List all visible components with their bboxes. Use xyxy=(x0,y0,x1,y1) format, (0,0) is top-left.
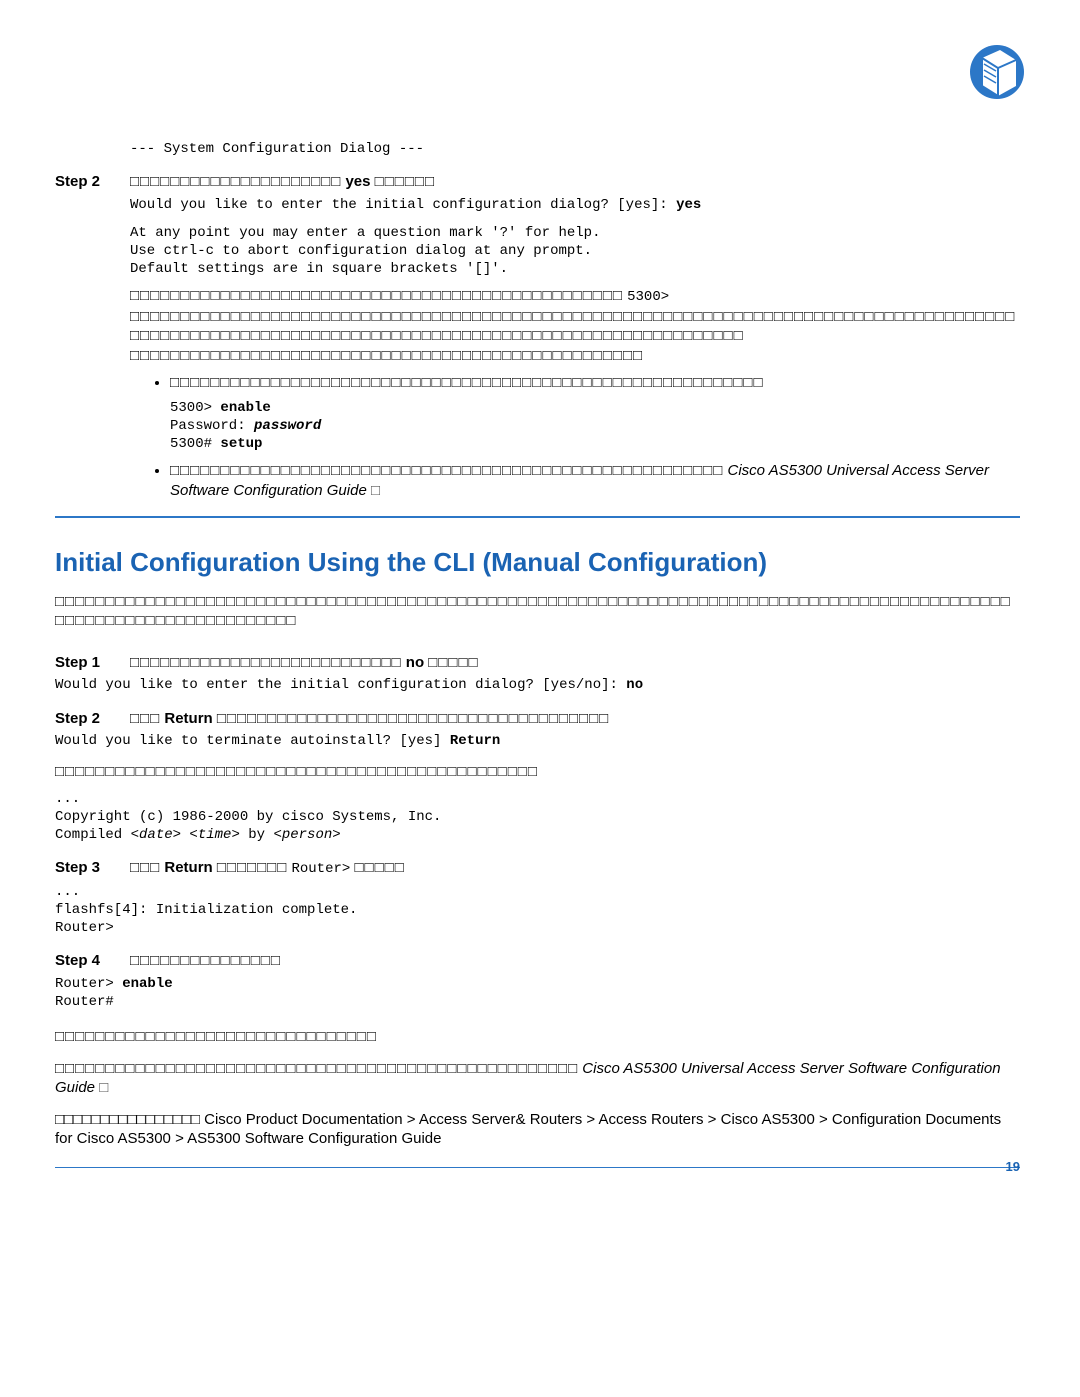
terminal-output: Would you like to enter the initial conf… xyxy=(55,676,1020,694)
document-page: --- System Configuration Dialog --- Step… xyxy=(0,0,1080,1224)
bullet-item: □□□□□□□□□□□□□□□□□□□□□□□□□□□□□□□□□□□□□□□□… xyxy=(170,461,1020,500)
book-icon xyxy=(970,40,1025,111)
bullet-list: □□□□□□□□□□□□□□□□□□□□□□□□□□□□□□□□□□□□□□□□… xyxy=(170,373,1020,500)
step-label: Step 2 xyxy=(55,172,130,192)
section-title: Initial Configuration Using the CLI (Man… xyxy=(55,546,1020,580)
paragraph: □□□□□□□□□□□□□□□□□□□□□□□□□□□□□□□□□□□□□□□□… xyxy=(130,286,1020,365)
section-lead: □□□□□□□□□□□□□□□□□□□□□□□□□□□□□□□□□□□□□□□□… xyxy=(55,592,1020,631)
step-label: Step 4 xyxy=(55,951,130,971)
system-dialog-line: --- System Configuration Dialog --- xyxy=(130,140,1020,158)
step-label: Step 3 xyxy=(55,858,130,878)
step-2b: Step 2 □□□ Return □□□□□□□□□□□□□□□□□□□□□□… xyxy=(55,709,1020,729)
terminal-output: Would you like to enter the initial conf… xyxy=(130,196,1020,279)
paragraph: □□□□□□□□□□□□□□□□□□□□□□□□□□□□□□□□ xyxy=(55,1027,1020,1047)
step-text: □□□□□□□□□□□□□□□□□□□□□□□□□□□ no □□□□□ xyxy=(130,653,479,673)
paragraph: □□□□□□□□□□□□□□□□□□□□□□□□□□□□□□□□□□□□□□□□… xyxy=(55,762,1020,782)
step-text: □□□ Return □□□□□□□□□□□□□□□□□□□□□□□□□□□□□… xyxy=(130,709,609,729)
terminal-output: ... Copyright (c) 1986-2000 by cisco Sys… xyxy=(55,790,1020,845)
step-4: Step 4 □□□□□□□□□□□□□□□ xyxy=(55,951,1020,971)
step-text: □□□□□□□□□□□□□□□ xyxy=(130,951,281,971)
step-1: Step 1 □□□□□□□□□□□□□□□□□□□□□□□□□□□ no □□… xyxy=(55,653,1020,673)
step-label: Step 1 xyxy=(55,653,130,673)
terminal-output: Would you like to terminate autoinstall?… xyxy=(55,732,1020,750)
paragraph: □□□□□□□□□□□□□□□□ Cisco Product Documenta… xyxy=(55,1110,1020,1149)
step-text: □□□□□□□□□□□□□□□□□□□□□ yes □□□□□□ xyxy=(130,172,435,192)
step-text: □□□ Return □□□□□□□ Router> □□□□□ xyxy=(130,858,405,878)
terminal-output: ... flashfs[4]: Initialization complete.… xyxy=(55,883,1020,938)
section-divider xyxy=(55,1167,1020,1168)
page-number: 19 xyxy=(1006,1159,1020,1176)
step-label: Step 2 xyxy=(55,709,130,729)
terminal-output: Router> enable Router# xyxy=(55,975,1020,1011)
step-3: Step 3 □□□ Return □□□□□□□ Router> □□□□□ xyxy=(55,858,1020,878)
step-2a: Step 2 □□□□□□□□□□□□□□□□□□□□□ yes □□□□□□ xyxy=(55,172,1020,192)
bullet-item: □□□□□□□□□□□□□□□□□□□□□□□□□□□□□□□□□□□□□□□□… xyxy=(170,373,1020,453)
section-divider xyxy=(55,516,1020,518)
paragraph: □□□□□□□□□□□□□□□□□□□□□□□□□□□□□□□□□□□□□□□□… xyxy=(55,1059,1020,1098)
